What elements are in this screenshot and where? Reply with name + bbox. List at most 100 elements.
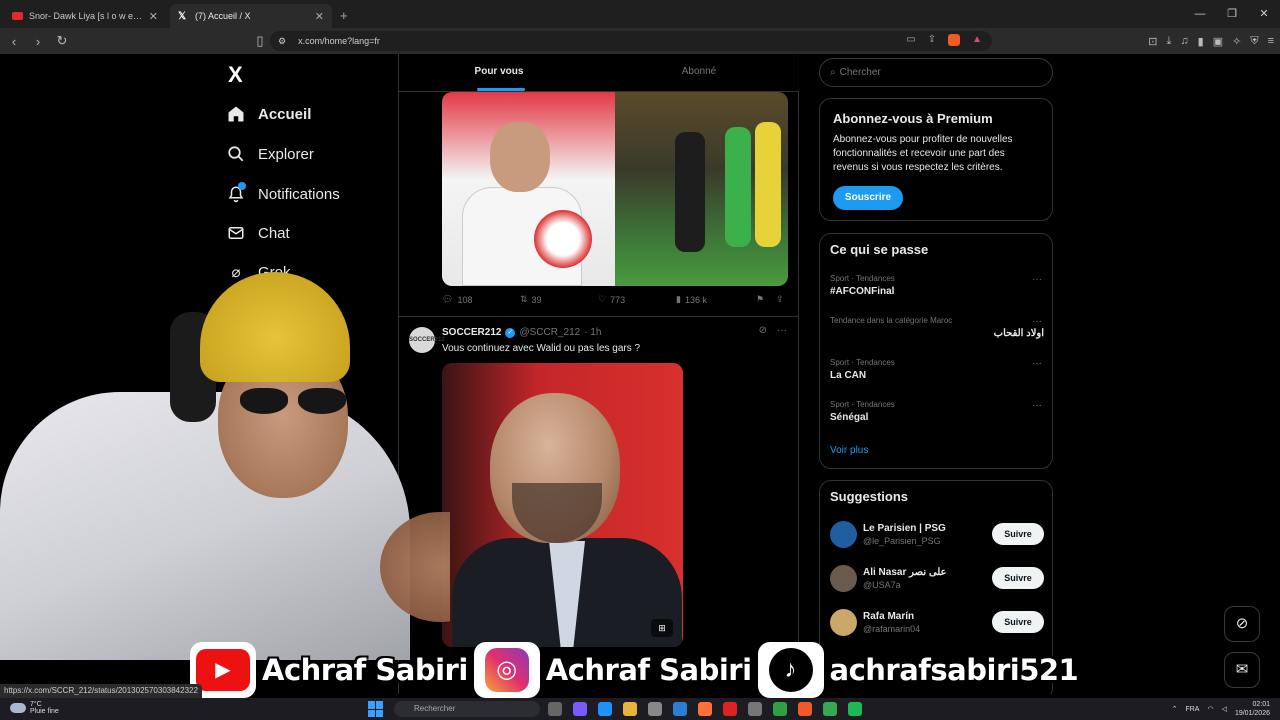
suggestion-item[interactable]: Ali Nasar علی نصر @USA7a Suivre: [830, 565, 1044, 593]
tweet-image[interactable]: ⊞: [442, 363, 683, 647]
site-settings-icon[interactable]: ⚙: [278, 36, 286, 47]
trend-meta: Sport · Tendances: [830, 274, 895, 283]
mail-icon: [226, 223, 246, 243]
opera-icon[interactable]: [723, 702, 737, 716]
tab-for-you[interactable]: Pour vous: [399, 54, 599, 91]
trend-name: Sénégal: [830, 412, 869, 423]
more-icon[interactable]: ···: [1032, 316, 1042, 327]
share-tweet-icon[interactable]: ⇪: [776, 294, 784, 305]
trend-item[interactable]: Tendance dans la catégorie Maroc اولاد ا…: [830, 316, 1044, 346]
new-tab-icon[interactable]: +: [340, 4, 348, 28]
bookmark-tweet-icon[interactable]: ⚑: [756, 294, 764, 305]
clock[interactable]: 02:01 19/01/2026: [1235, 700, 1270, 718]
more-icon[interactable]: ···: [1032, 400, 1042, 411]
store-icon[interactable]: [648, 702, 662, 716]
download-icon[interactable]: ⤓: [1167, 35, 1172, 48]
minimize-icon[interactable]: —: [1184, 0, 1216, 28]
cast-icon[interactable]: ▭: [906, 34, 915, 46]
clock-time: 02:01: [1252, 701, 1270, 708]
windows-start-icon[interactable]: [368, 701, 384, 717]
suggestion-item[interactable]: Rafa Marín @rafamarin04 Suivre: [830, 609, 1044, 637]
close-window-icon[interactable]: ✕: [1248, 0, 1280, 28]
reload-icon[interactable]: ↻: [52, 33, 72, 49]
nav-item-chat[interactable]: Chat: [226, 223, 290, 243]
copilot-icon[interactable]: [573, 702, 587, 716]
messages-fab-icon[interactable]: ✉: [1224, 652, 1260, 688]
follow-button[interactable]: Suivre: [992, 523, 1044, 545]
trend-item[interactable]: Sport · Tendances Sénégal ···: [830, 400, 1044, 430]
follow-button[interactable]: Suivre: [992, 611, 1044, 633]
chrome-icon[interactable]: [823, 702, 837, 716]
brave-rewards-icon[interactable]: ▲: [972, 34, 982, 46]
menu-icon[interactable]: ≡: [1268, 35, 1274, 47]
nav-item-home[interactable]: Accueil: [226, 104, 311, 124]
weather-widget[interactable]: 7°C Pluie fine: [10, 701, 59, 715]
like-button[interactable]: ♡ 773: [598, 294, 625, 305]
suggestion-item[interactable]: Le Parisien | PSG @le_Parisien_PSG Suivr…: [830, 521, 1044, 549]
cloud-icon: [10, 703, 26, 713]
more-icon[interactable]: ···: [777, 325, 787, 336]
tweet[interactable]: SOCCER212 SOCCER212 ✓ @SCCR_212 · 1h ⊘ ·…: [399, 316, 799, 694]
settings-icon[interactable]: [748, 702, 762, 716]
screenshot-icon[interactable]: ⊡: [1148, 35, 1157, 48]
browser-tab-youtube[interactable]: Snor- Dawk Liya [s l o w e d + reve ✕: [4, 4, 166, 28]
trend-item[interactable]: Sport · Tendances #AFCONFinal ···: [830, 274, 1044, 304]
browser-toolbar: ‹ › ↻ ▯ ⚙ x.com/home?lang=fr ▭ ⇪ ▲ ⊡ ⤓ ♫…: [0, 28, 1280, 54]
tab-title: (7) Accueil / X: [195, 11, 251, 21]
music-icon[interactable]: ♫: [1180, 35, 1188, 47]
share-icon[interactable]: ⇪: [928, 34, 936, 46]
browser-tab-x[interactable]: 𝕏 (7) Accueil / X ✕: [170, 4, 332, 28]
file-explorer-icon[interactable]: [623, 702, 637, 716]
show-more-link[interactable]: Voir plus: [830, 445, 868, 456]
forward-icon[interactable]: ›: [28, 34, 48, 49]
avatar[interactable]: [830, 521, 857, 548]
suggestion-name: Rafa Marín: [863, 611, 915, 622]
tab-following[interactable]: Abonné: [599, 54, 799, 91]
nav-item-notifications[interactable]: Notifications: [226, 182, 340, 204]
maximize-icon[interactable]: ❐: [1216, 0, 1248, 28]
media-tag-icon[interactable]: ⊞: [651, 619, 673, 637]
avatar[interactable]: [830, 609, 857, 636]
views-button[interactable]: ▮ 136 k: [676, 294, 707, 305]
x-logo[interactable]: X: [228, 62, 243, 88]
language-indicator[interactable]: FRA: [1185, 706, 1199, 713]
tweet-author-handle[interactable]: @SCCR_212: [519, 327, 580, 338]
close-tab-icon[interactable]: ✕: [149, 10, 158, 23]
bookmark-icon[interactable]: ▯: [250, 33, 270, 49]
chevron-up-icon[interactable]: ⌃: [1172, 705, 1178, 713]
trend-item[interactable]: Sport · Tendances La CAN ···: [830, 358, 1044, 388]
back-icon[interactable]: ‹: [4, 34, 24, 49]
more-icon[interactable]: ···: [1032, 274, 1042, 285]
play-icon[interactable]: [773, 702, 787, 716]
wifi-icon[interactable]: ◠: [1207, 705, 1213, 713]
brave-icon[interactable]: [798, 702, 812, 716]
brave-shields-icon[interactable]: [948, 34, 961, 46]
wallet-icon[interactable]: ▣: [1213, 35, 1223, 48]
suggestion-name: Ali Nasar علی نصر: [863, 567, 947, 578]
sidebar-icon[interactable]: ▮: [1198, 35, 1204, 48]
grok-fab-icon[interactable]: ⊘: [1224, 606, 1260, 642]
leo-icon[interactable]: ✧: [1232, 35, 1241, 48]
search-input[interactable]: ⌕ Chercher: [819, 58, 1053, 87]
tweet-time[interactable]: · 1h: [584, 327, 601, 338]
taskbar-search-input[interactable]: Rechercher: [394, 701, 540, 717]
firefox-icon[interactable]: [698, 702, 712, 716]
mail-app-icon[interactable]: [673, 702, 687, 716]
app-icon[interactable]: [848, 702, 862, 716]
avatar[interactable]: [830, 565, 857, 592]
grok-tweet-icon[interactable]: ⊘: [759, 325, 767, 336]
close-tab-icon[interactable]: ✕: [315, 10, 324, 23]
tweet-author-name[interactable]: SOCCER212: [442, 327, 501, 338]
vpn-icon[interactable]: ⛨: [1250, 35, 1258, 48]
repost-button[interactable]: ⇅ 39: [520, 294, 542, 305]
more-icon[interactable]: ···: [1032, 358, 1042, 369]
streamer-jacket: [0, 392, 410, 660]
address-bar[interactable]: ⚙ x.com/home?lang=fr ▭ ⇪ ▲: [270, 31, 992, 51]
tweet-image-collage[interactable]: [442, 92, 788, 286]
task-view-icon[interactable]: [548, 702, 562, 716]
nav-item-explore[interactable]: Explorer: [226, 144, 314, 164]
subscribe-button[interactable]: Souscrire: [833, 186, 903, 210]
follow-button[interactable]: Suivre: [992, 567, 1044, 589]
edge-icon[interactable]: [598, 702, 612, 716]
volume-icon[interactable]: ◁: [1222, 705, 1227, 713]
